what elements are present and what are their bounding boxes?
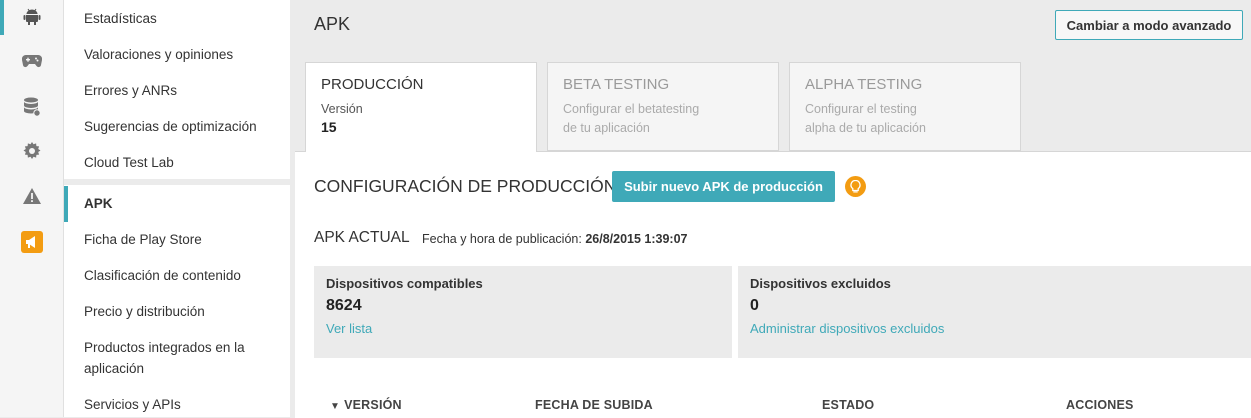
- tab-version-number: 15: [321, 119, 337, 135]
- tab-title: ALPHA TESTING: [805, 76, 923, 93]
- column-header-actions: ACCIONES: [1066, 398, 1134, 412]
- publication-info: Fecha y hora de publicación: 26/8/2015 1…: [422, 232, 687, 246]
- nav-item-sugerencias[interactable]: Sugerencias de optimización: [64, 116, 290, 137]
- excluded-devices-card: Dispositivos excluidos 0 Administrar dis…: [738, 266, 1251, 358]
- rail-item-promotions[interactable]: [0, 222, 63, 262]
- gear-icon: [23, 142, 40, 159]
- nav-item-errores[interactable]: Errores y ANRs: [64, 80, 290, 101]
- lightbulb-icon[interactable]: [845, 176, 866, 197]
- tab-version-label: Versión: [321, 102, 363, 116]
- tab-title: BETA TESTING: [563, 76, 670, 93]
- nav-item-servicios[interactable]: Servicios y APIs: [64, 394, 290, 415]
- nav-item-productos-line2: aplicación: [84, 361, 145, 376]
- sort-desc-icon: ▼: [330, 401, 341, 412]
- card-title: Dispositivos compatibles: [326, 276, 483, 291]
- tab-desc-line1: Configurar el testing: [805, 102, 917, 116]
- rail-item-settings[interactable]: [0, 131, 63, 171]
- view-list-link[interactable]: Ver lista: [326, 321, 720, 336]
- compatible-devices-count: 8624: [326, 297, 362, 314]
- nav-item-clasificacion[interactable]: Clasificación de contenido: [64, 265, 290, 286]
- section-nav: Estadísticas Valoraciones y opiniones Er…: [64, 0, 290, 417]
- production-panel: CONFIGURACIÓN DE PRODUCCIÓN Subir nuevo …: [295, 151, 1251, 418]
- gamepad-icon: [21, 54, 42, 68]
- rail-item-games[interactable]: [0, 41, 63, 81]
- tab-description: Configurar el betatesting de tu aplicaci…: [563, 100, 763, 138]
- advanced-mode-button[interactable]: Cambiar a modo avanzado: [1055, 10, 1243, 40]
- current-apk-label: APK ACTUAL: [314, 229, 410, 246]
- nav-divider: [64, 179, 290, 185]
- tab-desc-line2: alpha de tu aplicación: [805, 121, 926, 135]
- rail-item-database[interactable]: [0, 87, 63, 127]
- megaphone-icon: [20, 231, 43, 253]
- nav-item-estadisticas[interactable]: Estadísticas: [64, 8, 290, 29]
- card-title: Dispositivos excluidos: [750, 276, 891, 291]
- column-header-version[interactable]: ▼ VERSIÓN: [330, 398, 402, 412]
- nav-item-cloud-test-lab[interactable]: Cloud Test Lab: [64, 152, 290, 173]
- publication-date: 26/8/2015 1:39:07: [585, 232, 688, 246]
- nav-item-valoraciones[interactable]: Valoraciones y opiniones: [64, 44, 290, 65]
- publication-label: Fecha y hora de publicación:: [422, 232, 582, 246]
- rail-item-alerts[interactable]: [0, 176, 63, 216]
- tab-desc-line2: de tu aplicación: [563, 121, 650, 135]
- icon-rail: [0, 0, 64, 417]
- tab-title: PRODUCCIÓN: [321, 76, 424, 93]
- rail-item-android[interactable]: [0, 0, 63, 37]
- nav-item-precio[interactable]: Precio y distribución: [64, 301, 290, 322]
- manage-excluded-link[interactable]: Administrar dispositivos excluidos: [750, 321, 1239, 336]
- nav-item-ficha[interactable]: Ficha de Play Store: [64, 229, 290, 250]
- column-header-upload-date[interactable]: FECHA DE SUBIDA: [535, 398, 653, 412]
- tab-produccion[interactable]: PRODUCCIÓN Versión 15: [305, 62, 537, 152]
- config-title: CONFIGURACIÓN DE PRODUCCIÓN: [314, 176, 617, 196]
- tab-alpha-testing[interactable]: ALPHA TESTING Configurar el testing alph…: [789, 62, 1021, 151]
- compatible-devices-card: Dispositivos compatibles 8624 Ver lista: [314, 266, 732, 358]
- upload-apk-button[interactable]: Subir nuevo APK de producción: [612, 171, 835, 202]
- database-icon: [23, 97, 41, 117]
- nav-item-apk[interactable]: APK: [64, 186, 290, 222]
- nav-item-productos-line1: Productos integrados en la: [84, 340, 245, 355]
- main-content: APK Cambiar a modo avanzado PRODUCCIÓN V…: [291, 0, 1251, 418]
- nav-item-productos[interactable]: Productos integrados en la aplicación: [64, 337, 290, 379]
- tab-description: Configurar el testing alpha de tu aplica…: [805, 100, 1005, 138]
- warning-icon: [22, 188, 41, 204]
- column-header-status[interactable]: ESTADO: [822, 398, 874, 412]
- tab-desc-line1: Configurar el betatesting: [563, 102, 700, 116]
- column-label: VERSIÓN: [344, 398, 402, 412]
- page-title: APK: [314, 14, 351, 34]
- tab-beta-testing[interactable]: BETA TESTING Configurar el betatesting d…: [547, 62, 779, 151]
- android-icon: [23, 8, 40, 25]
- excluded-devices-count: 0: [750, 297, 759, 314]
